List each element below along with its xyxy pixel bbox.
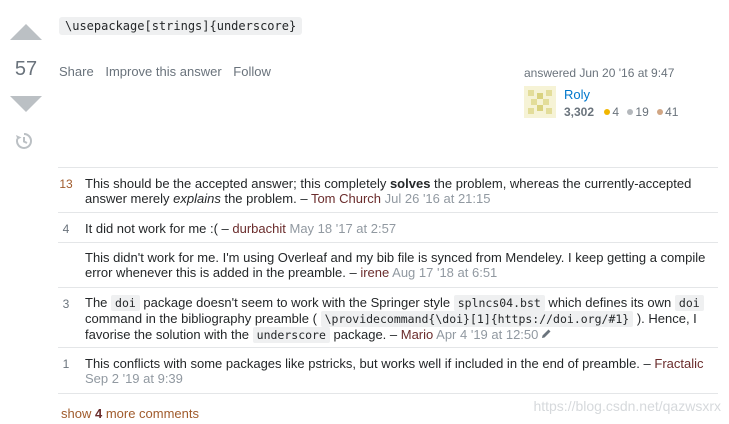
show-more-comments-link[interactable]: show 4 more comments <box>61 406 199 421</box>
comment-text: The doi package doesn't seem to work wit… <box>85 295 715 343</box>
comment-author-link[interactable]: durbachit <box>232 221 285 236</box>
follow-link[interactable]: Follow <box>233 64 271 79</box>
comment-divider <box>58 242 718 243</box>
comment-date-link[interactable]: May 18 '17 at 2:57 <box>290 221 397 236</box>
comment-text-part: This conflicts with some packages like p… <box>85 356 655 371</box>
history-icon[interactable] <box>15 132 33 150</box>
inline-code: splncs04.bst <box>453 295 545 311</box>
comment-author-link[interactable]: irene <box>360 265 389 280</box>
gold-badge-count: 4 <box>612 105 620 119</box>
inline-code: doi <box>111 295 140 311</box>
inline-code: underscore <box>252 327 330 343</box>
gold-badge-icon <box>604 109 611 115</box>
comment-score: 1 <box>62 357 70 371</box>
comment-author-link[interactable]: Mario <box>401 327 434 342</box>
comment-text-part: It did not work for me :( – <box>85 221 233 236</box>
inline-code: \providecommand{\doi}[1]{https://doi.org… <box>320 311 634 327</box>
comment-text-part: The <box>85 295 112 310</box>
comment-text-part: This should be the accepted answer; this… <box>85 176 390 191</box>
upvote-button[interactable] <box>10 24 42 40</box>
comment-date-link[interactable]: Aug 17 '18 at 6:51 <box>392 265 497 280</box>
comment-bold-text: solves <box>389 176 431 191</box>
comment-date-link[interactable]: Sep 2 '19 at 9:39 <box>85 371 183 386</box>
comment-text-part: the problem. – <box>220 191 311 206</box>
user-avatar[interactable] <box>524 86 556 118</box>
post-menu: Share Improve this answer Follow <box>59 64 279 79</box>
comment-date-link[interactable]: Jul 26 '16 at 21:15 <box>385 191 491 206</box>
comment-divider <box>58 347 718 348</box>
comment-text-part: package. – <box>329 327 401 342</box>
improve-answer-link[interactable]: Improve this answer <box>105 64 221 79</box>
downvote-button[interactable] <box>10 96 42 112</box>
comment-score: 3 <box>62 297 70 311</box>
silver-badge-icon <box>627 109 634 115</box>
comment-text: This didn't work for me. I'm using Overl… <box>85 250 715 280</box>
comment-score: 13 <box>59 177 73 191</box>
code-snippet: \usepackage[strings]{underscore} <box>59 17 303 35</box>
reputation-score: 3,302 <box>564 105 595 119</box>
bronze-badge-icon <box>657 109 664 115</box>
watermark: https://blog.csdn.net/qazwsxrx <box>533 398 721 414</box>
user-reputation: 3,302 4 19 41 <box>564 105 678 119</box>
comment-divider <box>58 287 718 288</box>
bronze-badge-count: 41 <box>665 105 679 119</box>
comment-text: This conflicts with some packages like p… <box>85 356 715 386</box>
comments-divider <box>58 167 718 168</box>
vote-count: 57 <box>14 58 38 80</box>
answered-timestamp: answered Jun 20 '16 at 9:47 <box>524 66 675 80</box>
comment-divider <box>58 212 718 213</box>
show-more-prefix: show <box>61 406 95 421</box>
share-link[interactable]: Share <box>59 64 94 79</box>
comment-text-part: which defines its own <box>544 295 675 310</box>
comment-text-part: package doesn't seem to work with the Sp… <box>139 295 454 310</box>
comment-author-link[interactable]: Tom Church <box>311 191 381 206</box>
silver-badge-count: 19 <box>635 105 649 119</box>
user-name-link[interactable]: Roly <box>564 87 590 102</box>
comment-author-link[interactable]: Fractalic <box>654 356 703 371</box>
comment-score: 4 <box>62 222 70 236</box>
comment-divider <box>58 393 718 394</box>
comment-text: It did not work for me :( – durbachit Ma… <box>85 221 715 236</box>
comment-text-part: command in the bibliography preamble ( <box>85 311 321 326</box>
comment-date-link[interactable]: Apr 4 '19 at 12:50 <box>436 327 538 342</box>
edit-pencil-icon[interactable] <box>540 328 552 340</box>
comment-text: This should be the accepted answer; this… <box>85 176 715 206</box>
show-more-suffix: more comments <box>102 406 200 421</box>
inline-code: doi <box>674 295 704 311</box>
comment-italic-text: explains <box>173 191 221 206</box>
